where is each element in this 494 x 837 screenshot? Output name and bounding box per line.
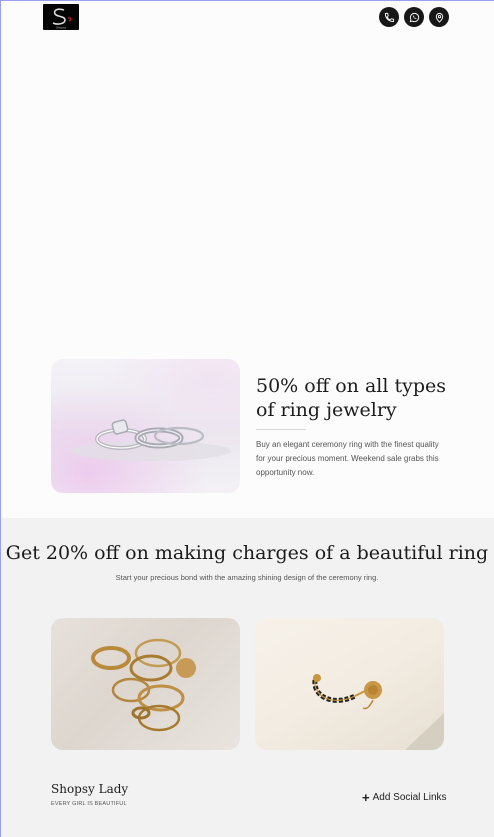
location-pin-icon[interactable] bbox=[429, 7, 449, 27]
footer-brand: Shopsy Lady bbox=[51, 782, 129, 796]
gold-rings-photo bbox=[51, 618, 240, 750]
offer-subtitle: Start your precious bond with the amazin… bbox=[115, 573, 379, 582]
logo-text: Shopsy bbox=[56, 26, 67, 30]
header-contact-icons bbox=[379, 7, 449, 27]
divider bbox=[256, 429, 306, 430]
promo-description: Buy an elegant ceremony ring with the fi… bbox=[256, 440, 439, 477]
ring-photo bbox=[51, 359, 240, 493]
gold-earring-photo bbox=[255, 618, 444, 750]
promo-title: 50% off on all types of ring jewelry bbox=[256, 375, 447, 421]
footer-tagline: EVERY GIRL IS BEAUTIFUL bbox=[51, 801, 127, 807]
add-social-links-button[interactable]: + Add Social Links bbox=[362, 789, 447, 805]
offer-title: Get 20% off on making charges of a beaut… bbox=[5, 542, 489, 564]
whatsapp-icon[interactable] bbox=[404, 7, 424, 27]
add-social-links-label: Add Social Links bbox=[372, 792, 447, 803]
logo[interactable]: Shopsy bbox=[43, 4, 79, 30]
plus-icon: + bbox=[362, 789, 370, 805]
phone-icon[interactable] bbox=[379, 7, 399, 27]
